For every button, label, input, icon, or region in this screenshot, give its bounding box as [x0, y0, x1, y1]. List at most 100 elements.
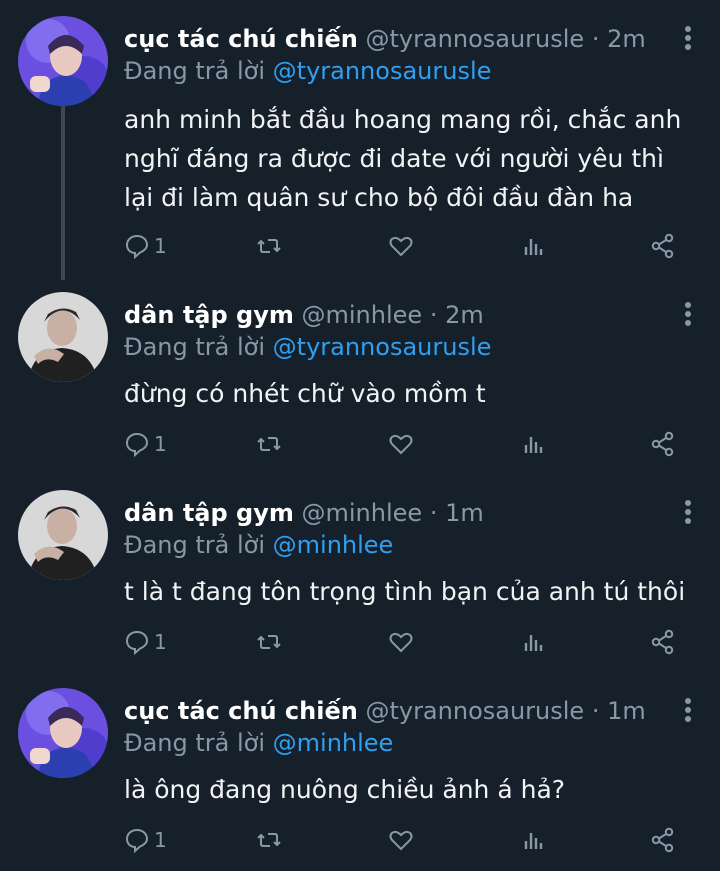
tweet[interactable]: cục tác chú chiến @tyrannosaurusle · 2m …: [0, 0, 720, 280]
like-button[interactable]: [388, 428, 414, 460]
analytics-button[interactable]: [520, 824, 546, 856]
retweet-icon: [257, 239, 281, 253]
avatar-gray-image: [18, 292, 108, 382]
share-icon: [651, 827, 674, 853]
reply-context: Đang trả lời @minhlee: [124, 528, 393, 562]
analytics-button[interactable]: [520, 626, 546, 658]
retweet-icon: [257, 437, 281, 451]
thread-line: [61, 106, 65, 280]
share-icon: [651, 629, 674, 655]
reply-icon: [125, 432, 149, 457]
more-options-icon[interactable]: [684, 26, 692, 52]
reply-count: 1: [154, 828, 167, 852]
reply-button[interactable]: 1: [124, 626, 167, 658]
analytics-icon: [524, 239, 543, 255]
more-options-icon[interactable]: [684, 500, 692, 526]
analytics-icon: [524, 437, 543, 453]
reply-prefix: Đang trả lời: [124, 333, 266, 361]
reply-to-link[interactable]: @minhlee: [273, 729, 394, 757]
reply-count: 1: [154, 234, 167, 258]
tweet-text: đừng có nhét chữ vào mồm t: [124, 379, 486, 408]
reply-to-link[interactable]: @tyrannosaurusle: [273, 333, 492, 361]
reply-icon: [125, 828, 149, 853]
retweet-icon: [257, 833, 281, 847]
like-button[interactable]: [388, 230, 414, 262]
tweet-header: dân tập gym @minhlee · 2m: [124, 298, 660, 332]
retweet-button[interactable]: [256, 428, 282, 460]
analytics-button[interactable]: [520, 428, 546, 460]
reply-prefix: Đang trả lời: [124, 57, 266, 85]
tweet-header: cục tác chú chiến @tyrannosaurusle · 1m: [124, 694, 660, 728]
tweet-text: anh minh bắt đầu hoang mang rồi, chắc an…: [124, 105, 682, 212]
heart-icon: [389, 830, 413, 851]
separator: ·: [429, 301, 438, 329]
separator: ·: [591, 697, 600, 725]
share-button[interactable]: [650, 824, 676, 856]
reply-count: 1: [154, 432, 167, 456]
analytics-button[interactable]: [520, 230, 546, 262]
like-button[interactable]: [388, 626, 414, 658]
reply-button[interactable]: 1: [124, 428, 167, 460]
user-handle[interactable]: @tyrannosaurusle: [365, 697, 584, 725]
separator: ·: [591, 25, 600, 53]
avatar[interactable]: [18, 16, 108, 106]
avatar-purple-image: [18, 688, 108, 778]
timestamp[interactable]: 2m: [607, 25, 646, 53]
timestamp[interactable]: 1m: [607, 697, 646, 725]
share-button[interactable]: [650, 428, 676, 460]
user-handle[interactable]: @tyrannosaurusle: [365, 25, 584, 53]
share-button[interactable]: [650, 626, 676, 658]
analytics-icon: [524, 635, 543, 651]
display-name[interactable]: dân tập gym: [124, 301, 294, 329]
avatar[interactable]: [18, 688, 108, 778]
user-handle[interactable]: @minhlee: [302, 301, 423, 329]
share-icon: [651, 233, 674, 259]
reply-button[interactable]: 1: [124, 824, 167, 856]
retweet-button[interactable]: [256, 626, 282, 658]
avatar-gray-image: [18, 490, 108, 580]
reply-to-link[interactable]: @minhlee: [273, 531, 394, 559]
reply-context: Đang trả lời @minhlee: [124, 726, 393, 760]
share-button[interactable]: [650, 230, 676, 262]
user-handle[interactable]: @minhlee: [302, 499, 423, 527]
reply-count: 1: [154, 630, 167, 654]
heart-icon: [389, 236, 413, 257]
heart-icon: [389, 434, 413, 455]
share-icon: [651, 431, 674, 457]
reply-prefix: Đang trả lời: [124, 729, 266, 757]
separator: ·: [429, 499, 438, 527]
analytics-icon: [524, 833, 543, 849]
reply-icon: [125, 630, 149, 655]
timestamp[interactable]: 2m: [445, 301, 484, 329]
more-options-icon[interactable]: [684, 698, 692, 724]
reply-icon: [125, 234, 149, 259]
avatar-purple-image: [18, 16, 108, 106]
more-options-icon[interactable]: [684, 302, 692, 328]
retweet-icon: [257, 635, 281, 649]
tweet[interactable]: dân tập gym @minhlee · 1m Đang trả lời @…: [0, 474, 720, 674]
retweet-button[interactable]: [256, 824, 282, 856]
avatar[interactable]: [18, 490, 108, 580]
timestamp[interactable]: 1m: [445, 499, 484, 527]
retweet-button[interactable]: [256, 230, 282, 262]
reply-context: Đang trả lời @tyrannosaurusle: [124, 330, 491, 364]
reply-prefix: Đang trả lời: [124, 531, 266, 559]
tweet-text: t là t đang tôn trọng tình bạn của anh t…: [124, 577, 686, 606]
action-bar: 1: [124, 230, 684, 262]
display-name[interactable]: cục tác chú chiến: [124, 25, 358, 53]
reply-button[interactable]: 1: [124, 230, 167, 262]
action-bar: 1: [124, 824, 684, 856]
action-bar: 1: [124, 428, 684, 460]
tweet-text: là ông đang nuông chiều ảnh á hả?: [124, 775, 566, 804]
like-button[interactable]: [388, 824, 414, 856]
tweet-header: cục tác chú chiến @tyrannosaurusle · 2m: [124, 22, 660, 56]
avatar[interactable]: [18, 292, 108, 382]
display-name[interactable]: cục tác chú chiến: [124, 697, 358, 725]
reply-to-link[interactable]: @tyrannosaurusle: [273, 57, 492, 85]
action-bar: 1: [124, 626, 684, 658]
heart-icon: [389, 632, 413, 653]
tweet[interactable]: cục tác chú chiến @tyrannosaurusle · 1m …: [0, 672, 720, 871]
tweet[interactable]: dân tập gym @minhlee · 2m Đang trả lời @…: [0, 276, 720, 476]
display-name[interactable]: dân tập gym: [124, 499, 294, 527]
reply-context: Đang trả lời @tyrannosaurusle: [124, 54, 491, 88]
